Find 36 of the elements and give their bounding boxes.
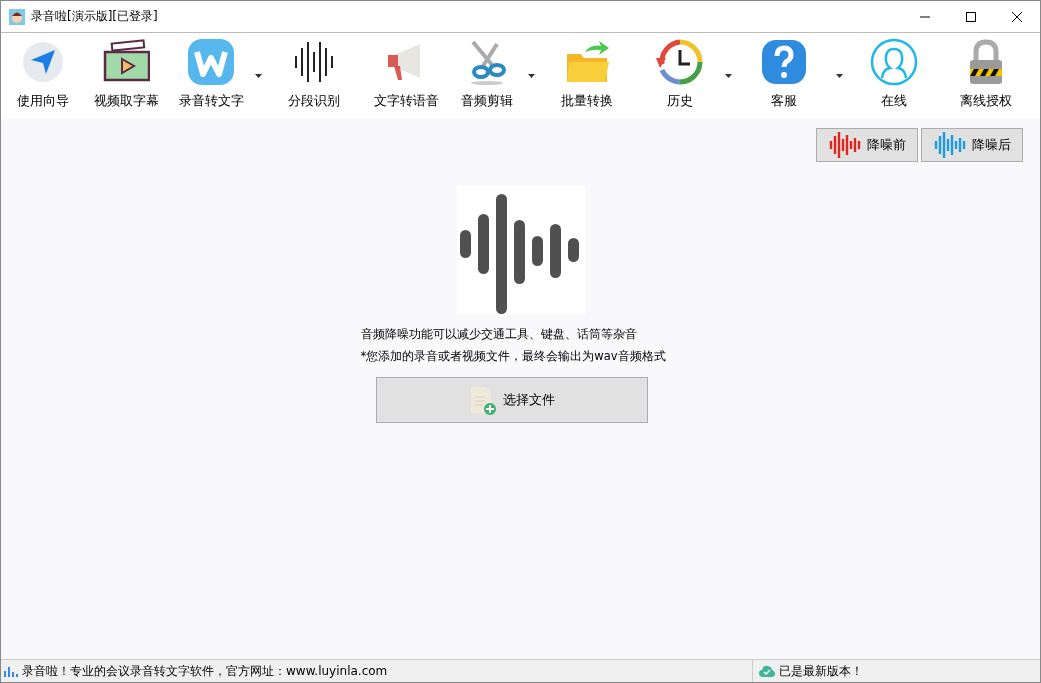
history-clock-icon [656, 38, 704, 86]
window-title: 录音啦[演示版][已登录] [31, 8, 159, 25]
toolbar-button[interactable]: 分段识别 [264, 33, 364, 119]
description-text: 音频降噪功能可以减少交通工具、键盘、话筒等杂音 [360, 326, 637, 342]
toolbar-button[interactable]: 音频剪辑 [448, 33, 526, 119]
cartoon-avatar-icon [9, 8, 25, 25]
letter-w-icon [187, 38, 235, 86]
caret-icon[interactable] [528, 74, 535, 78]
caret-icon[interactable] [725, 74, 732, 78]
toolbar-button[interactable]: 批量转换 [537, 33, 637, 119]
toolbar-button[interactable]: 历史 [637, 33, 723, 119]
compare-button[interactable]: 降噪前 [816, 128, 918, 162]
maximize-icon [966, 11, 976, 22]
toolbar-button[interactable]: 客服 [734, 33, 834, 119]
toolbar-button[interactable]: 文字转语音 [364, 33, 448, 119]
cloud-check-icon [759, 665, 775, 677]
help-icon [760, 38, 808, 86]
toolbar-button[interactable]: 录音转文字 [169, 33, 253, 119]
toolbar-button[interactable]: 在线 [845, 33, 943, 119]
waveform-icon [828, 131, 863, 159]
select-file-button[interactable]: 选择文件 [375, 377, 648, 423]
description-text: *您添加的录音或者视频文件，最终会输出为wav音频格式 [360, 348, 666, 364]
caret-icon[interactable] [255, 74, 262, 78]
waveform-icon [456, 186, 585, 314]
user-icon [870, 38, 918, 86]
waveform-icon [933, 131, 968, 159]
toolbar-button[interactable]: 离线授权 [943, 33, 1029, 119]
caret-icon[interactable] [836, 74, 843, 78]
toolbar-button[interactable]: 使用向导 [3, 33, 83, 119]
bar-chart-icon [4, 664, 18, 678]
close-icon [1012, 11, 1022, 22]
toolbar-button[interactable]: 视频取字幕 [83, 33, 169, 119]
add-document-icon [468, 385, 497, 415]
compare-button[interactable]: 降噪后 [921, 128, 1023, 162]
status-text: 录音啦！专业的会议录音转文字软件，官方网址：www.luyinla.com [22, 662, 388, 680]
status-text: 已是最新版本！ [779, 662, 863, 680]
